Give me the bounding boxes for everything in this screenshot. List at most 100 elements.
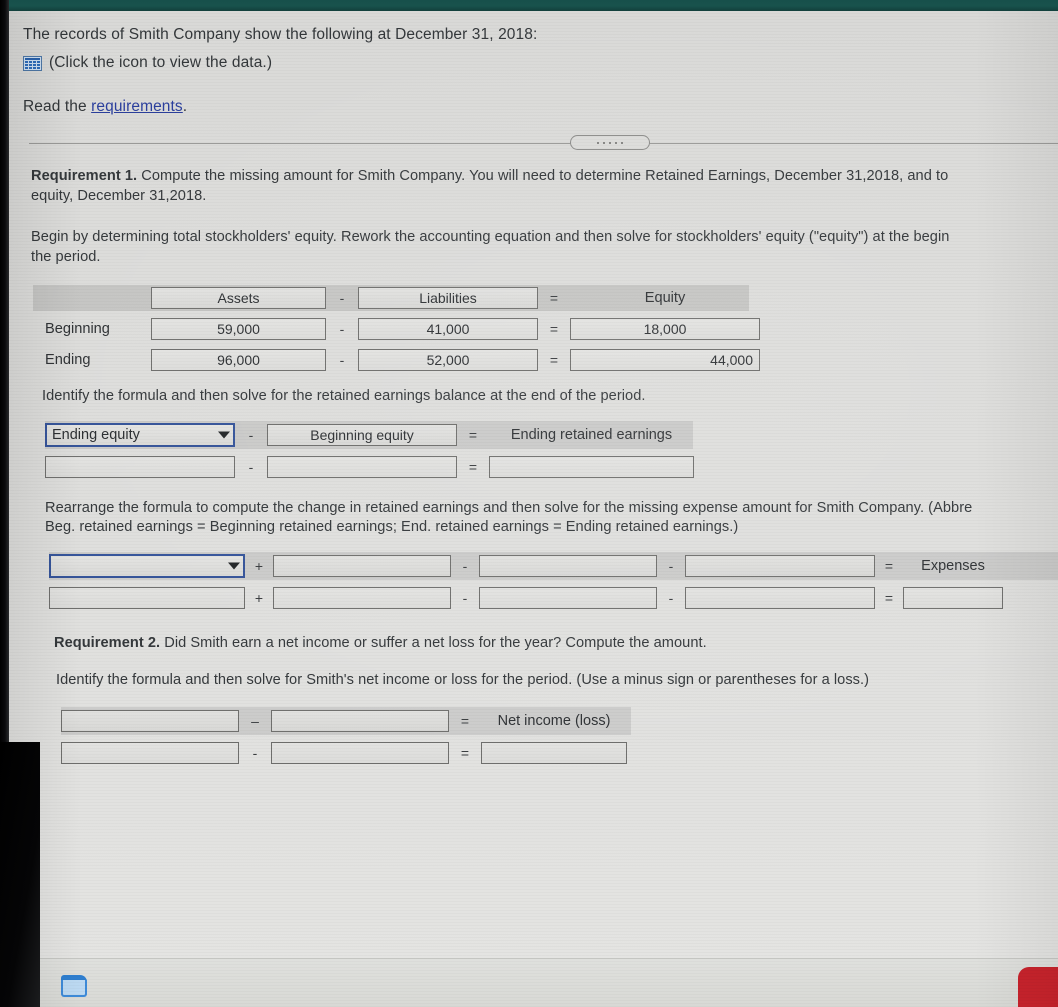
read-requirements-line: Read the requirements.	[23, 97, 1058, 117]
expenses-term-3[interactable]	[479, 554, 657, 577]
operator-plus: +	[254, 557, 264, 574]
top-teal-bar	[0, 0, 1058, 11]
retained-earnings-result-input[interactable]	[489, 455, 694, 478]
operator-equals: =	[468, 458, 478, 475]
operator-plus: +	[254, 589, 264, 606]
operator-minus: -	[339, 321, 345, 337]
net-income-term-1[interactable]	[61, 709, 239, 732]
instruction-line-1: Begin by determining total stockholders'…	[31, 229, 950, 245]
requirement-2-text: Did Smith earn a net income or suffer a …	[160, 634, 707, 651]
divider-line	[29, 143, 1058, 144]
beginning-equity-input[interactable]: 18,000	[570, 318, 760, 340]
expenses-result-input[interactable]	[903, 586, 1003, 609]
divider-collapse-handle[interactable]	[570, 135, 650, 150]
net-income-formula: – = Net income (loss) - =	[61, 706, 631, 767]
formula-value-row: - =	[61, 739, 631, 767]
ending-equity-dropdown[interactable]: Ending equity	[45, 422, 235, 447]
dot	[621, 141, 623, 144]
expenses-prompt: Rearrange the formula to compute the cha…	[45, 499, 1058, 538]
expenses-value-input-3[interactable]	[479, 586, 657, 609]
data-icon-row: (Click the icon to view the data.)	[23, 53, 1058, 73]
net-income-term-2[interactable]	[271, 709, 449, 732]
operator-equals: =	[884, 557, 894, 574]
ending-equity-input[interactable]: 44,000	[570, 349, 760, 371]
requirement-1-text: Compute the missing amount for Smith Com…	[137, 168, 949, 184]
table-row: Beginning 59,000 - 41,000 = 18,000	[33, 316, 760, 342]
requirement-1-label: Requirement 1.	[31, 168, 138, 184]
application-screen: The records of Smith Company show the fo…	[9, 11, 1058, 1007]
operator-equals: =	[460, 744, 470, 761]
expenses-term-2[interactable]	[273, 554, 451, 577]
retained-earnings-formula: Ending equity - Beginning equity = Endin…	[45, 420, 694, 481]
expenses-value-input-1[interactable]	[49, 586, 245, 609]
operator-equals: =	[460, 712, 470, 729]
ending-retained-earnings-label: Ending retained earnings	[510, 426, 673, 443]
monitor-bezel-left-lower	[0, 742, 40, 1007]
row-label-beginning: Beginning	[45, 321, 110, 337]
chevron-down-icon	[228, 562, 240, 569]
intro-block: The records of Smith Company show the fo…	[9, 11, 1058, 117]
table-row: Ending 96,000 - 52,000 = 44,000	[33, 347, 760, 373]
formula-term-row: – = Net income (loss)	[61, 706, 631, 735]
expenses-prompt-line-1: Rearrange the formula to compute the cha…	[45, 499, 973, 516]
operator-minus: -	[339, 352, 345, 368]
operator-minus: -	[462, 589, 468, 606]
expenses-label: Expenses	[921, 557, 985, 574]
row-label-ending: Ending	[45, 352, 91, 368]
dot	[603, 141, 605, 144]
spreadsheet-icon[interactable]	[23, 55, 42, 71]
windows-taskbar	[9, 958, 1058, 1007]
click-icon-label: (Click the icon to view the data.)	[49, 54, 273, 71]
retained-earnings-value-input-1[interactable]	[45, 455, 235, 478]
operator-equals: =	[884, 589, 894, 606]
net-income-prompt: Identify the formula and then solve for …	[56, 672, 870, 688]
beginning-equity-term[interactable]: Beginning equity	[267, 423, 457, 446]
ending-liabilities-input[interactable]: 52,000	[358, 349, 538, 371]
file-explorer-icon[interactable]	[59, 971, 89, 997]
retained-earnings-value-input-2[interactable]	[267, 455, 457, 478]
operator-equals: =	[549, 321, 559, 337]
chevron-down-icon	[218, 431, 230, 438]
dropdown-value: Ending equity	[52, 426, 140, 443]
expenses-prompt-line-2: Beg. retained earnings = Beginning retai…	[45, 519, 739, 535]
read-suffix: .	[182, 98, 188, 115]
liabilities-header: Liabilities	[358, 287, 538, 309]
problem-statement: The records of Smith Company show the fo…	[23, 26, 538, 43]
operator-minus: -	[248, 426, 254, 443]
expenses-value-input-4[interactable]	[685, 586, 875, 609]
expenses-term-dropdown[interactable]	[49, 553, 245, 578]
operator-minus: -	[462, 557, 468, 574]
instruction-line-2: the period.	[31, 248, 101, 265]
folder-front	[61, 980, 87, 997]
formula-term-row: Ending equity - Beginning equity = Endin…	[45, 420, 693, 449]
photograph-of-screen: The records of Smith Company show the fo…	[0, 0, 1058, 1007]
red-app-icon[interactable]	[1018, 967, 1058, 1007]
requirement-2-heading: Requirement 2. Did Smith earn a net inco…	[54, 634, 1058, 654]
beginning-liabilities-input[interactable]: 41,000	[358, 318, 538, 340]
ending-assets-input[interactable]: 96,000	[151, 349, 326, 371]
operator-minus: -	[339, 290, 345, 306]
requirement-1-text-line2: equity, December 31,2018.	[31, 187, 207, 204]
formula-value-row: - =	[45, 453, 694, 481]
beginning-assets-input[interactable]: 59,000	[151, 318, 326, 340]
expenses-value-input-2[interactable]	[273, 586, 451, 609]
expenses-term-4[interactable]	[685, 554, 875, 577]
operator-minus: -	[668, 589, 674, 606]
read-prefix: Read the	[23, 98, 92, 115]
net-income-value-input-2[interactable]	[271, 741, 449, 764]
section-divider	[9, 135, 1058, 151]
net-income-value-input-1[interactable]	[61, 741, 239, 764]
assets-header: Assets	[151, 287, 326, 309]
exercise-content: The records of Smith Company show the fo…	[9, 11, 1058, 767]
operator-minus: –	[251, 712, 259, 729]
requirement-2-label: Requirement 2.	[54, 634, 161, 651]
operator-equals: =	[549, 290, 559, 306]
formula-value-row: + - - =	[49, 584, 1058, 612]
formula-term-row: + - - = Expenses	[49, 551, 1058, 580]
requirements-link[interactable]: requirements	[91, 98, 183, 115]
operator-minus: -	[252, 744, 258, 761]
operator-equals: =	[468, 426, 478, 443]
operator-minus: -	[668, 557, 674, 574]
net-income-result-input[interactable]	[481, 741, 627, 764]
operator-minus: -	[248, 458, 254, 475]
